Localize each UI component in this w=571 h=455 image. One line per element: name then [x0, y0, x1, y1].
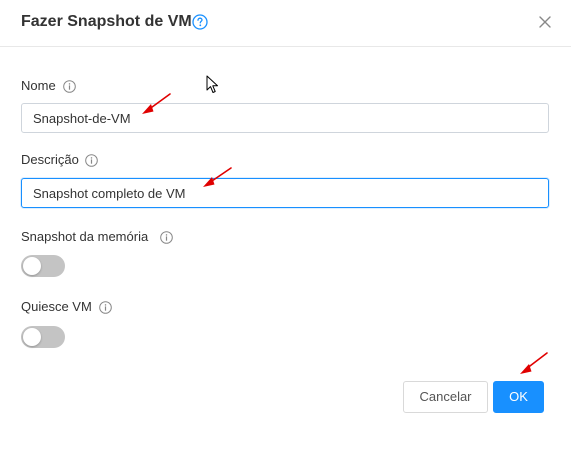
question-circle-icon[interactable]	[192, 14, 208, 30]
description-label: Descrição	[21, 152, 79, 167]
cancel-button[interactable]: Cancelar	[403, 381, 488, 413]
info-icon	[85, 154, 98, 167]
info-icon	[63, 80, 76, 93]
info-icon	[160, 231, 173, 244]
description-input[interactable]	[21, 178, 549, 208]
annotation-arrow-icon	[520, 352, 548, 374]
dialog-title: Fazer Snapshot de VM	[21, 13, 192, 30]
memory-snapshot-toggle[interactable]	[21, 255, 65, 277]
info-icon	[99, 301, 112, 314]
memory-snapshot-label: Snapshot da memória	[21, 229, 149, 244]
toggle-knob	[23, 257, 41, 275]
dialog-header: Fazer Snapshot de VM	[0, 0, 571, 47]
name-label: Nome	[21, 78, 56, 93]
quiesce-toggle[interactable]	[21, 326, 65, 348]
name-input[interactable]	[21, 103, 549, 133]
toggle-knob	[23, 328, 41, 346]
ok-button[interactable]: OK	[493, 381, 544, 413]
close-x-icon[interactable]	[537, 14, 553, 30]
mouse-pointer-icon	[206, 75, 218, 93]
quiesce-label: Quiesce VM	[21, 299, 92, 314]
